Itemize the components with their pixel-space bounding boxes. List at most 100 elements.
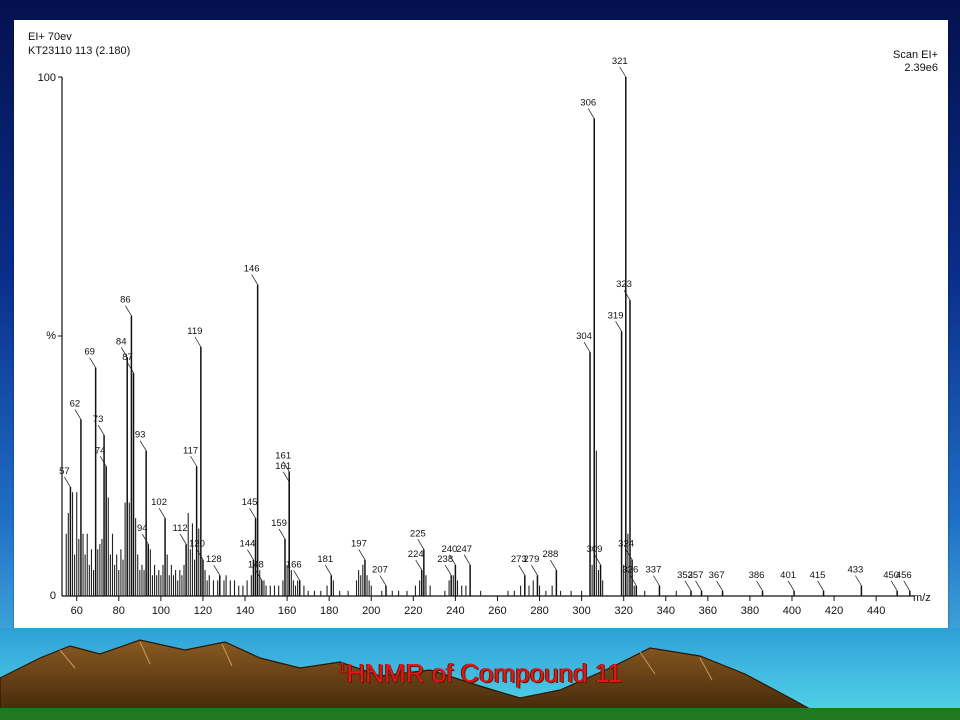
peak-leader <box>358 549 366 560</box>
x-tick-label: 400 <box>783 605 801 617</box>
x-tick-label: 200 <box>362 605 380 617</box>
peak-leader <box>249 507 256 519</box>
peak-label: 238 <box>437 554 453 565</box>
peak-leader <box>213 565 221 576</box>
header-line-1: EI+ 70ev <box>28 31 72 43</box>
x-tick-label: 380 <box>741 605 759 617</box>
peak-leader <box>630 575 637 586</box>
peak-leader <box>125 305 132 316</box>
scan-mode-label: Scan EI+ <box>893 49 938 61</box>
peak-leader <box>684 580 692 591</box>
peak-label: 288 <box>542 549 558 560</box>
peak-leader <box>903 580 911 591</box>
peak-label: 146 <box>244 264 260 275</box>
peak-label: 247 <box>456 544 472 555</box>
peak-leader <box>194 336 202 348</box>
peak-label: 456 <box>896 570 912 581</box>
header-line-2: KT23110 113 (2.180) <box>28 45 130 57</box>
peak-leader <box>583 341 591 353</box>
slide-caption: 1HNMR of Compound 11 <box>0 658 960 689</box>
peak-leader <box>247 549 254 560</box>
peak-leader <box>463 554 471 566</box>
peak-label: 357 <box>688 570 704 581</box>
peak-label: 159 <box>271 518 287 529</box>
peak-leader <box>127 362 134 374</box>
peak-label: 93 <box>135 430 146 441</box>
peak-label: 309 <box>587 544 603 555</box>
peak-label: 144 <box>240 539 256 550</box>
peak-label: 161 <box>275 461 291 472</box>
peak-leader <box>139 440 147 451</box>
x-tick-label: 360 <box>699 605 717 617</box>
peak-label: 319 <box>608 310 624 321</box>
peak-leader <box>587 108 595 119</box>
peak-label: 74 <box>95 445 106 456</box>
peak-label: 84 <box>116 336 127 347</box>
peak-label: 148 <box>248 559 264 570</box>
peak-leader <box>756 580 763 591</box>
peak-leader <box>278 528 286 540</box>
x-tick-label: 280 <box>530 605 548 617</box>
peak-label: 117 <box>183 445 198 456</box>
y-axis-percent-label: % <box>46 330 56 342</box>
x-tick-label: 120 <box>194 605 212 617</box>
peak-label: 306 <box>580 98 596 109</box>
peak-label: 415 <box>810 570 826 581</box>
peak-label: 367 <box>709 570 725 581</box>
peak-leader <box>615 321 622 332</box>
peak-leader <box>594 554 601 566</box>
peak-leader <box>179 533 187 545</box>
peak-leader <box>251 274 258 285</box>
peak-label: 161 <box>275 450 291 461</box>
x-tick-label: 180 <box>320 605 338 617</box>
peak-leader <box>415 559 423 571</box>
peak-label: 102 <box>151 497 167 508</box>
peak-label: 321 <box>612 56 628 67</box>
peak-leader <box>282 471 290 483</box>
peak-label: 323 <box>616 279 632 290</box>
peak-label: 62 <box>70 399 81 410</box>
x-tick-label: 240 <box>446 605 464 617</box>
peak-label: 119 <box>187 326 202 337</box>
peak-label: 279 <box>524 554 540 565</box>
peak-leader <box>890 580 898 591</box>
peak-label: 386 <box>749 570 765 581</box>
peak-leader <box>855 575 862 586</box>
peak-leader <box>324 565 332 576</box>
x-tick-label: 300 <box>572 605 590 617</box>
peak-leader <box>158 507 166 519</box>
peak-leader <box>64 476 71 488</box>
peak-label: 112 <box>173 523 188 534</box>
x-tick-label: 60 <box>71 605 83 617</box>
peak-leader <box>695 580 702 591</box>
x-tick-label: 340 <box>657 605 675 617</box>
peak-leader <box>74 409 82 420</box>
x-tick-label: 420 <box>825 605 843 617</box>
grass-strip <box>0 708 960 720</box>
peak-label: 326 <box>622 565 638 576</box>
x-tick-label: 440 <box>867 605 885 617</box>
peak-label: 225 <box>410 528 426 539</box>
peak-label: 433 <box>847 565 863 576</box>
peak-leader <box>619 66 627 78</box>
peak-leader <box>97 424 105 436</box>
peak-leader <box>550 559 557 571</box>
x-tick-label: 160 <box>278 605 296 617</box>
peak-leader <box>379 575 387 586</box>
peak-leader <box>141 533 149 545</box>
x-axis-unit-label: m/z <box>913 592 931 604</box>
peak-label: 57 <box>59 466 70 477</box>
peak-leader <box>444 565 452 576</box>
x-tick-label: 220 <box>404 605 422 617</box>
peak-leader <box>625 549 633 560</box>
y-axis-zero-label: 0 <box>50 590 56 602</box>
peak-leader <box>531 565 538 576</box>
x-tick-label: 140 <box>236 605 254 617</box>
peak-leader <box>190 456 197 467</box>
x-axis-ticks: 60 80 100 120 140 160 180 200 220 240 260 280 300 320… <box>71 596 885 617</box>
peak-leader <box>99 456 107 467</box>
peak-label: 86 <box>120 295 131 306</box>
x-tick-label: 100 <box>152 605 170 617</box>
peak-label: 145 <box>242 497 258 508</box>
intensity-label: 2.39e6 <box>904 62 938 74</box>
